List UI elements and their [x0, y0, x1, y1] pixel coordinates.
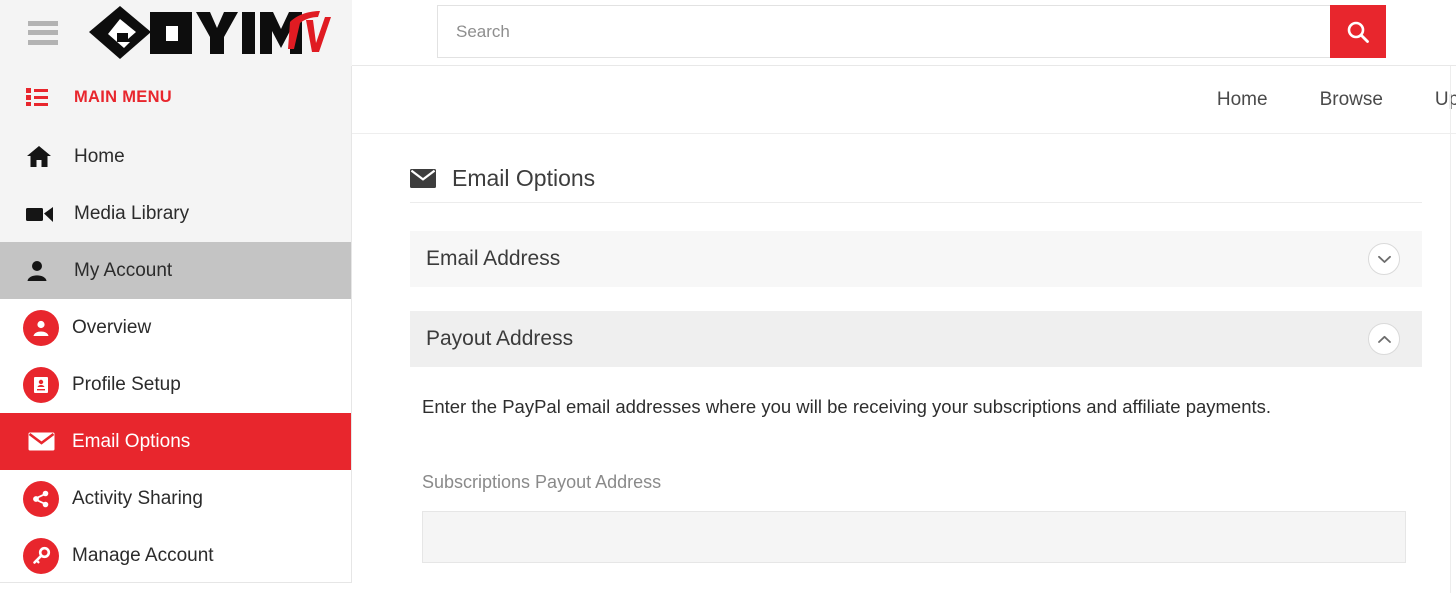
sidebar-item-profile-setup[interactable]: Profile Setup — [0, 356, 351, 413]
subscriptions-payout-address-input[interactable] — [422, 510, 1406, 563]
page-title: Email Options — [352, 134, 1456, 202]
sidebar-item-activity-sharing[interactable]: Activity Sharing — [0, 470, 351, 527]
video-icon — [26, 204, 64, 224]
nav-item-home[interactable]: Home — [1217, 89, 1268, 111]
payout-description: Enter the PayPal email addresses where y… — [422, 396, 1272, 417]
top-header — [0, 0, 1456, 66]
site-logo[interactable] — [84, 3, 334, 63]
home-icon — [26, 145, 64, 169]
share-icon — [23, 480, 59, 517]
sidebar-section-main-menu: MAIN MENU — [0, 66, 351, 128]
sidebar-item-label: Profile Setup — [72, 373, 181, 395]
nav-item-browse[interactable]: Browse — [1320, 89, 1383, 111]
envelope-icon — [23, 432, 59, 451]
primary-nav: Home Browse Uplo — [352, 66, 1456, 134]
chevron-up-icon[interactable] — [1368, 323, 1400, 355]
sidebar: MAIN MENU Home Media Library My Account … — [0, 66, 352, 583]
header-brand-area — [0, 0, 352, 66]
search-icon — [1347, 21, 1369, 43]
sidebar-item-label: My Account — [74, 259, 173, 281]
key-icon — [23, 537, 59, 574]
hamburger-bar — [28, 20, 58, 26]
subscriptions-payout-address-label: Subscriptions Payout Address — [422, 471, 662, 492]
sidebar-item-label: Manage Account — [72, 544, 214, 566]
sidebar-top-group: MAIN MENU Home Media Library My Account — [0, 66, 351, 299]
sidebar-item-label: Media Library — [74, 202, 190, 224]
search-button[interactable] — [1330, 5, 1386, 58]
envelope-icon — [410, 168, 436, 188]
hamburger-icon[interactable] — [28, 20, 58, 45]
sidebar-section-label: MAIN MENU — [74, 87, 173, 106]
search-input[interactable] — [437, 5, 1330, 58]
sidebar-item-label: Overview — [72, 316, 152, 338]
hamburger-bar — [28, 39, 58, 45]
accordion-payout-address[interactable]: Payout Address — [410, 311, 1422, 367]
list-icon — [26, 87, 64, 107]
sidebar-item-label: Home — [74, 145, 125, 167]
sidebar-item-manage-account[interactable]: Manage Account — [0, 527, 351, 584]
accordion-title: Payout Address — [426, 327, 574, 350]
accordion-payout-address-body: Enter the PayPal email addresses where y… — [410, 367, 1422, 563]
sidebar-item-email-options[interactable]: Email Options — [0, 413, 351, 470]
user-circle-icon — [23, 309, 59, 346]
content-right-edge — [1450, 66, 1451, 593]
accordion-group: Email Address Payout Address Enter the P… — [352, 203, 1456, 563]
search-bar — [437, 5, 1386, 58]
sidebar-item-label: Email Options — [72, 430, 191, 452]
sidebar-item-home[interactable]: Home — [0, 128, 351, 185]
sidebar-item-overview[interactable]: Overview — [0, 299, 351, 356]
sidebar-item-media-library[interactable]: Media Library — [0, 185, 351, 242]
accordion-title: Email Address — [426, 247, 561, 270]
hamburger-bar — [28, 30, 58, 35]
main-content: Email Options Email Address Payout Addre… — [352, 134, 1456, 593]
accordion-email-address[interactable]: Email Address — [410, 231, 1422, 287]
page-title-text: Email Options — [452, 164, 596, 191]
sidebar-item-label: Activity Sharing — [72, 487, 203, 509]
id-card-icon — [23, 366, 59, 403]
sidebar-item-my-account[interactable]: My Account — [0, 242, 351, 299]
chevron-down-icon[interactable] — [1368, 243, 1400, 275]
app-root: Home Browse Uplo MAIN MENU — [0, 0, 1456, 593]
nav-item-upload[interactable]: Uplo — [1435, 89, 1456, 111]
person-icon — [26, 260, 64, 282]
